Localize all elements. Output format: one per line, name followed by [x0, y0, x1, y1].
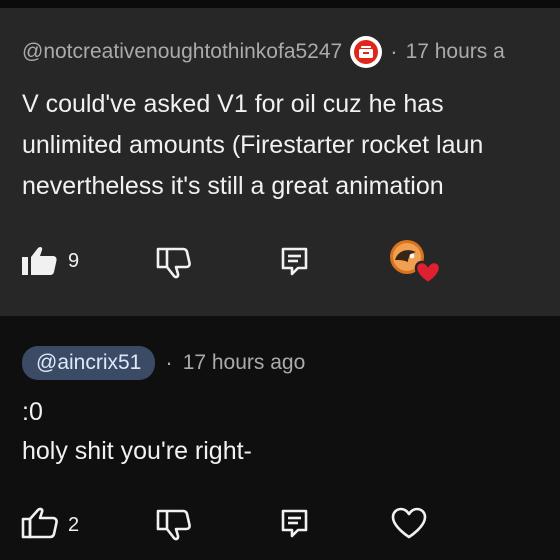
comment-text-line: V could've asked V1 for oil cuz he has: [22, 90, 444, 118]
mention-chip[interactable]: @aincrix51: [22, 346, 156, 380]
dislike-icon[interactable]: [154, 508, 194, 542]
like-count: 9: [68, 250, 80, 272]
comment-text: V could've asked V1 for oil cuz he has u…: [22, 84, 560, 207]
comment-header: @aincrix51 · 17 hours ago: [22, 346, 305, 380]
top-strip: [0, 0, 560, 8]
like-count: 2: [68, 514, 80, 536]
comment-timestamp[interactable]: 17 hours a: [406, 40, 505, 64]
heart-icon[interactable]: [390, 506, 428, 540]
comment-text-line: unlimited amounts (Firestarter rocket la…: [22, 131, 484, 159]
like-filled-icon[interactable]: [20, 244, 60, 278]
reply-icon[interactable]: [280, 246, 310, 276]
comment-text-line: holy shit you're right-: [22, 437, 252, 465]
comment-header: @notcreativenoughtothinkofa5247 · 17 hou…: [22, 32, 560, 72]
dislike-icon[interactable]: [154, 246, 194, 280]
separator-dot: ·: [390, 39, 398, 64]
comment-text-line: nevertheless it's still a great animatio…: [22, 172, 444, 200]
creator-heart-icon: [390, 240, 442, 285]
comment-text: :0 holy shit you're right-: [22, 393, 252, 471]
separator-dot: ·: [165, 350, 173, 375]
membership-badge-icon: [350, 36, 383, 68]
like-icon[interactable]: [20, 506, 60, 540]
reply-icon[interactable]: [280, 508, 310, 538]
comment-timestamp[interactable]: 17 hours ago: [183, 351, 306, 375]
comment-username[interactable]: @notcreativenoughtothinkofa5247: [22, 40, 342, 64]
comment-text-line: :0: [22, 398, 43, 426]
